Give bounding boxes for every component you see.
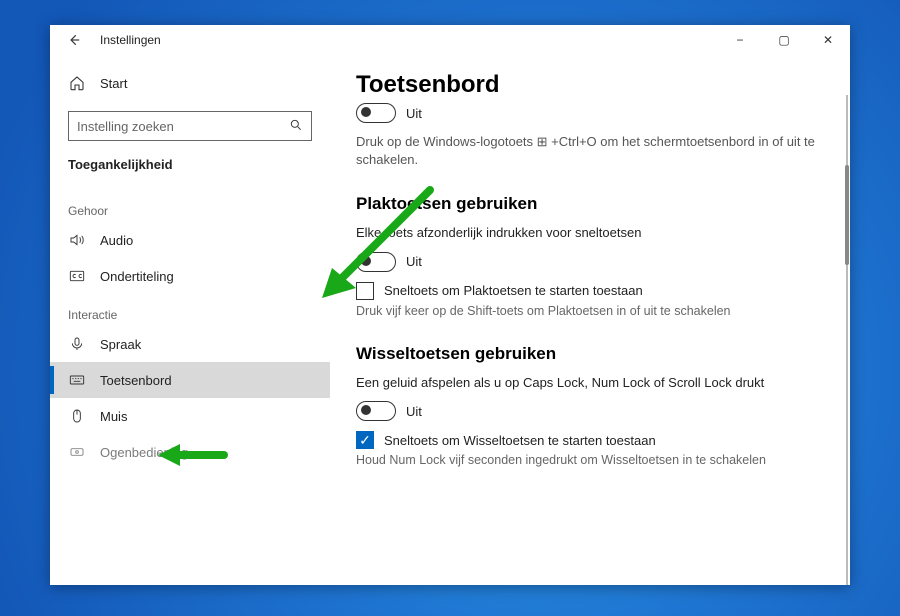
toggle-state-label: Uit xyxy=(406,404,422,419)
window-body: Start Instelling zoeken Toegankelijkheid… xyxy=(50,55,850,585)
toggle-state-label: Uit xyxy=(406,106,422,121)
sidebar-item-label: Muis xyxy=(100,409,127,424)
checkbox-label: Sneltoets om Wisseltoetsen te starten to… xyxy=(384,433,656,448)
section-title-plaktoetsen: Plaktoetsen gebruiken xyxy=(356,194,824,214)
wisseltoetsen-hint: Houd Num Lock vijf seconden ingedrukt om… xyxy=(356,453,776,467)
cc-icon xyxy=(68,268,86,284)
sidebar-item-label: Ondertiteling xyxy=(100,269,174,284)
plaktoetsen-hint: Druk vijf keer op de Shift-toets om Plak… xyxy=(356,304,776,318)
sidebar-group-gehoor: Gehoor xyxy=(50,190,330,222)
section-title-wisseltoetsen: Wisseltoetsen gebruiken xyxy=(356,344,824,364)
keyboard-icon xyxy=(68,372,86,388)
home-icon xyxy=(68,75,86,91)
row-wisseltoetsen-sneltoets[interactable]: ✓ Sneltoets om Wisseltoetsen te starten … xyxy=(356,431,824,449)
onscreen-keyboard-hint: Druk op de Windows-logotoets ⊞ +Ctrl+O o… xyxy=(356,133,824,168)
speaker-icon xyxy=(68,232,86,248)
wisseltoetsen-toggle[interactable]: Uit xyxy=(356,401,824,421)
sidebar: Start Instelling zoeken Toegankelijkheid… xyxy=(50,55,330,585)
sidebar-home-label: Start xyxy=(100,76,127,91)
sidebar-item-ogenbediening[interactable]: Ogenbediening xyxy=(50,434,330,470)
sidebar-item-toetsenbord[interactable]: Toetsenbord xyxy=(50,362,330,398)
search-input[interactable]: Instelling zoeken xyxy=(68,111,312,141)
sidebar-item-label: Spraak xyxy=(100,337,141,352)
toggle-switch[interactable] xyxy=(356,401,396,421)
eye-icon xyxy=(68,444,86,460)
breadcrumb: Toegankelijkheid xyxy=(50,155,330,190)
main-content: Toetsenbord Uit Druk op de Windows-logot… xyxy=(330,55,850,585)
maximize-button[interactable]: ▢ xyxy=(762,33,806,47)
checkbox-plaktoetsen-sneltoets[interactable] xyxy=(356,282,374,300)
checkbox-label: Sneltoets om Plaktoetsen te starten toes… xyxy=(384,283,643,298)
sidebar-item-muis[interactable]: Muis xyxy=(50,398,330,434)
checkbox-wisseltoetsen-sneltoets[interactable]: ✓ xyxy=(356,431,374,449)
arrow-left-icon xyxy=(67,33,81,47)
mouse-icon xyxy=(68,408,86,424)
back-button[interactable] xyxy=(66,32,82,48)
close-button[interactable]: ✕ xyxy=(806,33,850,47)
sidebar-item-audio[interactable]: Audio xyxy=(50,222,330,258)
search-icon xyxy=(289,118,303,135)
sidebar-item-home[interactable]: Start xyxy=(50,65,330,101)
microphone-icon xyxy=(68,336,86,352)
row-plaktoetsen-sneltoets[interactable]: Sneltoets om Plaktoetsen te starten toes… xyxy=(356,282,824,300)
plaktoetsen-lead: Elke toets afzonderlijk indrukken voor s… xyxy=(356,224,824,242)
sidebar-item-label: Toetsenbord xyxy=(100,373,172,388)
wisseltoetsen-lead: Een geluid afspelen als u op Caps Lock, … xyxy=(356,374,824,392)
search-placeholder: Instelling zoeken xyxy=(77,119,289,134)
window-title: Instellingen xyxy=(100,33,161,47)
titlebar: Instellingen − ▢ ✕ xyxy=(50,25,850,55)
plaktoetsen-toggle[interactable]: Uit xyxy=(356,252,824,272)
toggle-switch[interactable] xyxy=(356,252,396,272)
scrollbar[interactable] xyxy=(846,95,848,585)
sidebar-group-interactie: Interactie xyxy=(50,294,330,326)
page-title: Toetsenbord xyxy=(356,71,824,99)
onscreen-keyboard-toggle[interactable]: Uit xyxy=(356,103,824,123)
toggle-switch[interactable] xyxy=(356,103,396,123)
toggle-state-label: Uit xyxy=(406,254,422,269)
sidebar-item-label: Audio xyxy=(100,233,133,248)
settings-window: Instellingen − ▢ ✕ Start Instelling zoek… xyxy=(50,25,850,585)
sidebar-item-ondertiteling[interactable]: Ondertiteling xyxy=(50,258,330,294)
minimize-button[interactable]: − xyxy=(718,33,762,47)
sidebar-item-spraak[interactable]: Spraak xyxy=(50,326,330,362)
sidebar-item-label: Ogenbediening xyxy=(100,445,188,460)
desktop-background: Instellingen − ▢ ✕ Start Instelling zoek… xyxy=(0,0,900,616)
